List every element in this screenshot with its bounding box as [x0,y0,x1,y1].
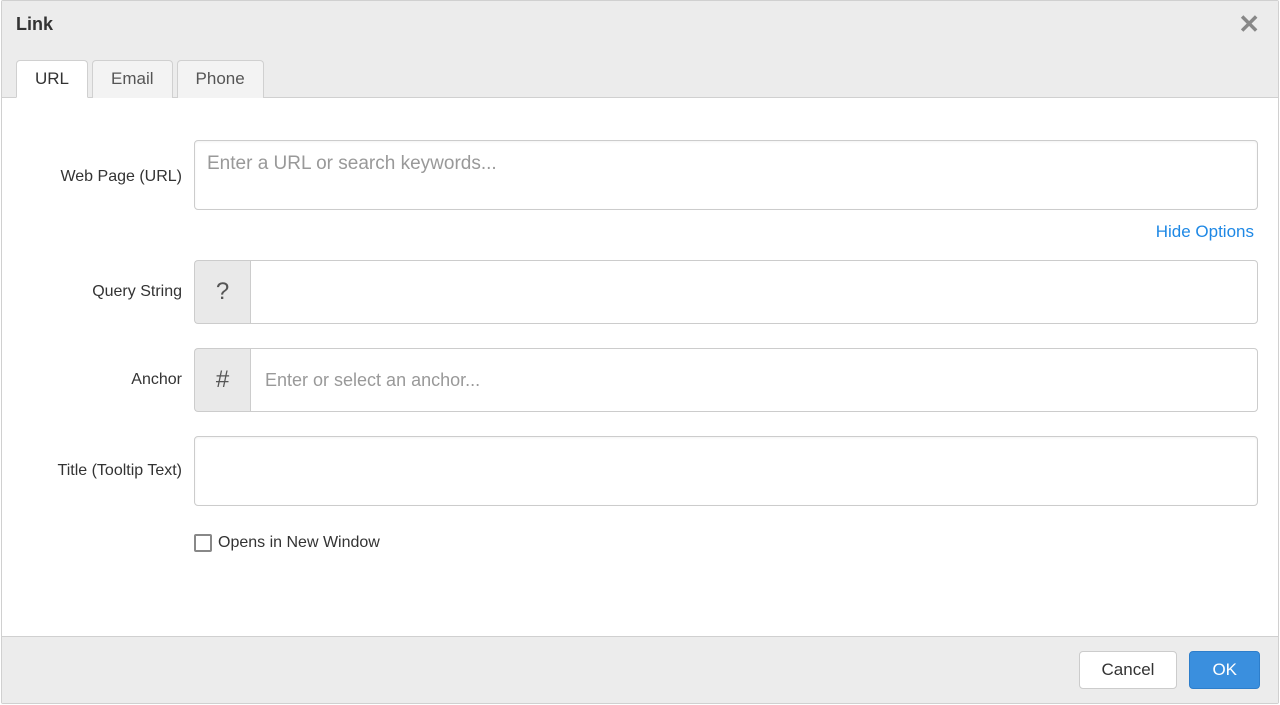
query-prefix-icon: ? [194,260,250,324]
cancel-button[interactable]: Cancel [1079,651,1178,689]
dialog-title: Link [16,14,53,35]
tabs-row: URL Email Phone [2,47,1278,98]
anchor-input[interactable] [250,348,1258,412]
hide-options-row: Hide Options [22,222,1258,242]
hide-options-link[interactable]: Hide Options [1156,222,1254,242]
tab-phone[interactable]: Phone [177,60,264,98]
link-dialog: Link ✕ URL Email Phone Web Page (URL) Hi… [1,0,1279,704]
new-window-label: Opens in New Window [218,534,380,552]
title-row: Title (Tooltip Text) [22,436,1258,506]
anchor-prefix-icon: # [194,348,250,412]
tab-url[interactable]: URL [16,60,88,98]
ok-button[interactable]: OK [1189,651,1260,689]
dialog-content: Web Page (URL) Hide Options Query String… [2,98,1278,636]
query-input[interactable] [250,260,1258,324]
url-input[interactable] [194,140,1258,210]
new-window-checkbox[interactable] [194,534,212,552]
title-label: Title (Tooltip Text) [22,462,194,480]
url-label: Web Page (URL) [22,168,194,186]
dialog-footer: Cancel OK [2,636,1278,703]
close-icon[interactable]: ✕ [1234,11,1264,37]
dialog-header: Link ✕ [2,1,1278,47]
query-label: Query String [22,283,194,301]
new-window-row: Opens in New Window [194,534,1258,552]
query-row: Query String ? [22,260,1258,324]
tab-email[interactable]: Email [92,60,173,98]
url-row: Web Page (URL) [22,140,1258,214]
anchor-row: Anchor # [22,348,1258,412]
title-input[interactable] [194,436,1258,506]
anchor-label: Anchor [22,371,194,389]
